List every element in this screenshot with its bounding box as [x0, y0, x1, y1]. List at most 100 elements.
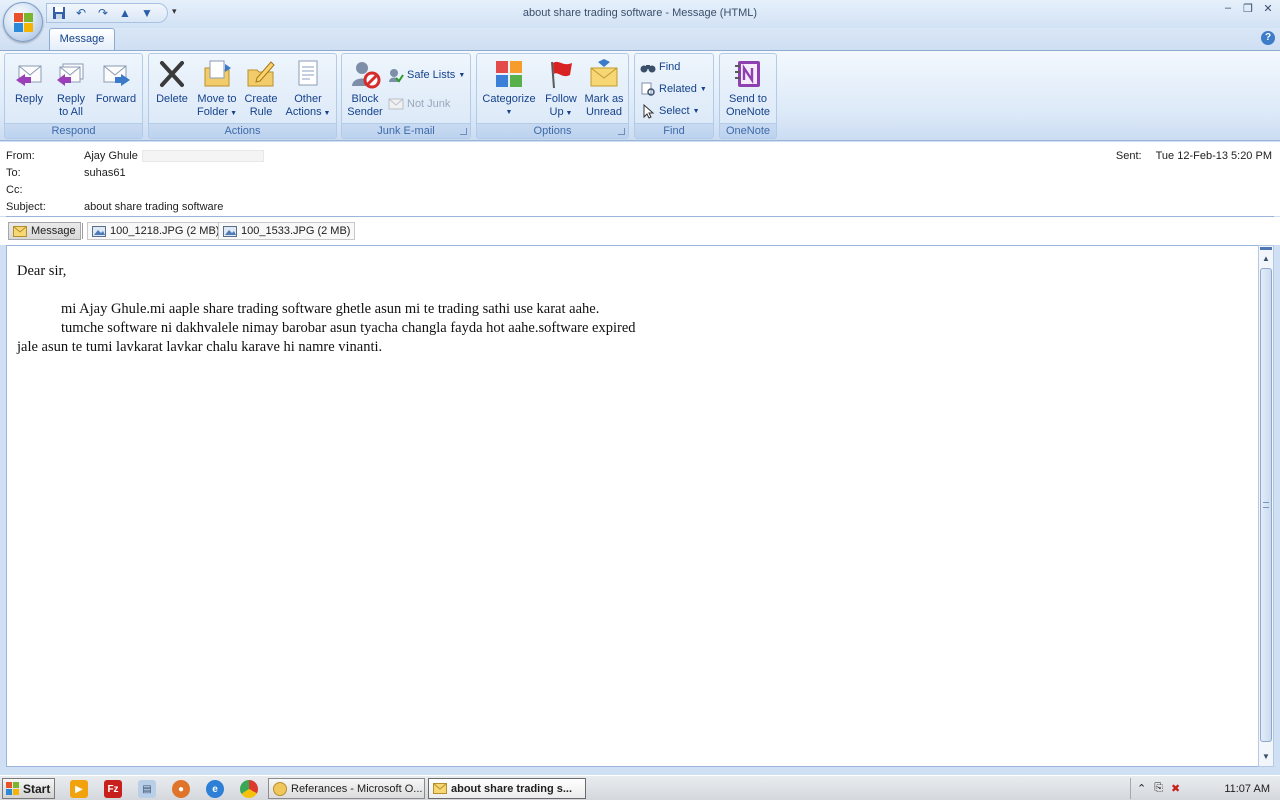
- create-rule-button[interactable]: Create Rule: [241, 58, 281, 119]
- window-title: about share trading software - Message (…: [522, 7, 758, 19]
- envelope-icon: [433, 783, 447, 794]
- attachment-file[interactable]: 100_1533.JPG (2 MB): [218, 222, 356, 240]
- binoculars-icon: [640, 65, 656, 73]
- attachment-message-tab[interactable]: Message: [8, 222, 81, 240]
- attachment-file[interactable]: 100_1218.JPG (2 MB): [87, 222, 225, 240]
- block-sender-button[interactable]: Block Sender: [344, 58, 386, 119]
- minimize-button[interactable]: –: [1222, 2, 1234, 15]
- not-junk-button: Not Junk: [388, 95, 450, 113]
- internet-explorer-icon[interactable]: e: [206, 780, 224, 798]
- clock[interactable]: 11:07 AM: [1224, 783, 1270, 795]
- scroll-thumb[interactable]: [1260, 268, 1272, 742]
- block-sender-icon: [352, 62, 381, 89]
- greeting: Dear sir,: [17, 263, 67, 279]
- group-label-options: Options: [477, 123, 628, 138]
- other-actions-button[interactable]: Other Actions ▼: [283, 58, 333, 120]
- group-junk-email: Block Sender Safe Lists ▼ Not Junk Junk E…: [341, 53, 471, 139]
- dropdown-arrow-icon: ▼: [321, 110, 331, 117]
- envelope-icon: [13, 225, 27, 237]
- from-value[interactable]: Ajay Ghule: [84, 150, 264, 163]
- to-value[interactable]: suhas61: [84, 167, 126, 179]
- outlook-icon: [273, 781, 287, 796]
- junk-options-launcher-icon[interactable]: [460, 128, 467, 135]
- follow-up-button[interactable]: Follow Up ▼: [539, 58, 583, 120]
- help-icon[interactable]: ?: [1261, 31, 1275, 45]
- dropdown-arrow-icon: ▼: [699, 85, 707, 93]
- taskbar-task-active[interactable]: about share trading s...: [428, 778, 586, 799]
- to-label: To:: [6, 167, 21, 179]
- vertical-scrollbar[interactable]: ▲ ▼: [1258, 245, 1274, 767]
- dropdown-arrow-icon: ▼: [692, 107, 700, 115]
- dropdown-arrow-icon: ▼: [228, 110, 238, 117]
- start-button[interactable]: Start: [2, 778, 55, 799]
- tab-message[interactable]: Message: [49, 28, 115, 51]
- reply-button[interactable]: Reply: [9, 58, 49, 106]
- scroll-up-arrow-icon[interactable]: ▲: [1259, 252, 1273, 266]
- body-line: tumche software ni dakhvalele nimay baro…: [61, 320, 636, 336]
- ribbon-tab-row: Message ?: [0, 28, 1280, 51]
- find-button[interactable]: Find: [640, 58, 680, 76]
- subject-label: Subject:: [6, 201, 46, 213]
- group-label-junk: Junk E-mail: [342, 123, 470, 138]
- categorize-button[interactable]: Categorize ▼: [479, 58, 539, 119]
- onenote-icon: [735, 61, 760, 87]
- redacted-email: [141, 150, 264, 163]
- cc-label: Cc:: [6, 184, 23, 196]
- firefox-icon[interactable]: ●: [172, 780, 190, 798]
- delete-icon: [160, 61, 184, 87]
- send-to-onenote-button[interactable]: Send to OneNote: [722, 58, 774, 119]
- filezilla-icon[interactable]: Fz: [104, 780, 122, 798]
- group-label-actions: Actions: [149, 123, 336, 138]
- move-to-folder-icon: [204, 60, 231, 87]
- categorize-icon: [496, 61, 522, 87]
- scroll-down-arrow-icon[interactable]: ▼: [1259, 750, 1273, 764]
- attachment-separator: [82, 223, 83, 239]
- cursor-arrow-icon: [643, 103, 655, 119]
- safe-lists-icon: [389, 69, 404, 83]
- other-actions-icon: [298, 60, 318, 86]
- attachment-bar: Message 100_1218.JPG (2 MB) 100_1533.JPG…: [0, 217, 1280, 245]
- group-label-respond: Respond: [5, 123, 142, 138]
- sent-value: Tue 12-Feb-13 5:20 PM: [1155, 150, 1272, 162]
- mark-as-unread-button[interactable]: Mark as Unread: [581, 58, 627, 119]
- media-player-icon[interactable]: ▶: [70, 780, 88, 798]
- window-controls: – ❐ ✕: [1222, 2, 1274, 15]
- subject-value: about share trading software: [84, 201, 224, 213]
- delete-button[interactable]: Delete: [153, 58, 191, 106]
- group-label-onenote: OneNote: [720, 123, 776, 138]
- options-launcher-icon[interactable]: [618, 128, 625, 135]
- create-rule-icon: [247, 61, 275, 87]
- chrome-icon[interactable]: [240, 780, 258, 798]
- image-file-icon: [223, 225, 237, 237]
- from-label: From:: [6, 150, 35, 162]
- taskbar-task[interactable]: Referances - Microsoft O...: [268, 778, 425, 799]
- window-bottom-border: [0, 767, 1280, 775]
- reply-all-button[interactable]: Reply to All: [51, 58, 91, 119]
- dropdown-arrow-icon: ▼: [458, 71, 466, 79]
- related-button[interactable]: Related ▼: [640, 80, 707, 98]
- restore-button[interactable]: ❐: [1242, 2, 1254, 15]
- move-to-folder-button[interactable]: Move to Folder ▼: [193, 58, 241, 120]
- windows-logo-icon: [6, 781, 20, 796]
- dropdown-arrow-icon: ▼: [505, 109, 513, 116]
- office-button[interactable]: [3, 2, 43, 42]
- notepad-icon[interactable]: ▤: [138, 780, 156, 798]
- select-button[interactable]: Select ▼: [640, 102, 700, 120]
- dropdown-arrow-icon: ▼: [563, 110, 573, 117]
- reply-all-icon: [57, 63, 84, 86]
- disconnected-icon[interactable]: ✖: [1171, 782, 1180, 795]
- follow-up-flag-icon: [551, 61, 572, 89]
- scroll-split-handle[interactable]: [1260, 247, 1272, 250]
- related-icon: [641, 82, 655, 96]
- safe-lists-button[interactable]: Safe Lists ▼: [388, 66, 465, 84]
- body-line: jale asun te tumi lavkarat lavkar chalu …: [17, 339, 383, 355]
- message-body[interactable]: Dear sir, mi Ajay Ghule.mi aaple share t…: [6, 245, 1258, 767]
- not-junk-icon: [388, 98, 404, 110]
- forward-button[interactable]: Forward: [93, 58, 139, 106]
- show-hidden-icons-icon[interactable]: ⌃: [1137, 782, 1146, 795]
- close-button[interactable]: ✕: [1262, 2, 1274, 15]
- group-respond: Reply Reply to All Forward Respond: [4, 53, 143, 139]
- network-icon[interactable]: ⎘: [1154, 782, 1163, 795]
- office-logo-icon: [14, 13, 34, 33]
- ribbon: Reply Reply to All Forward Respond Delet…: [0, 50, 1280, 141]
